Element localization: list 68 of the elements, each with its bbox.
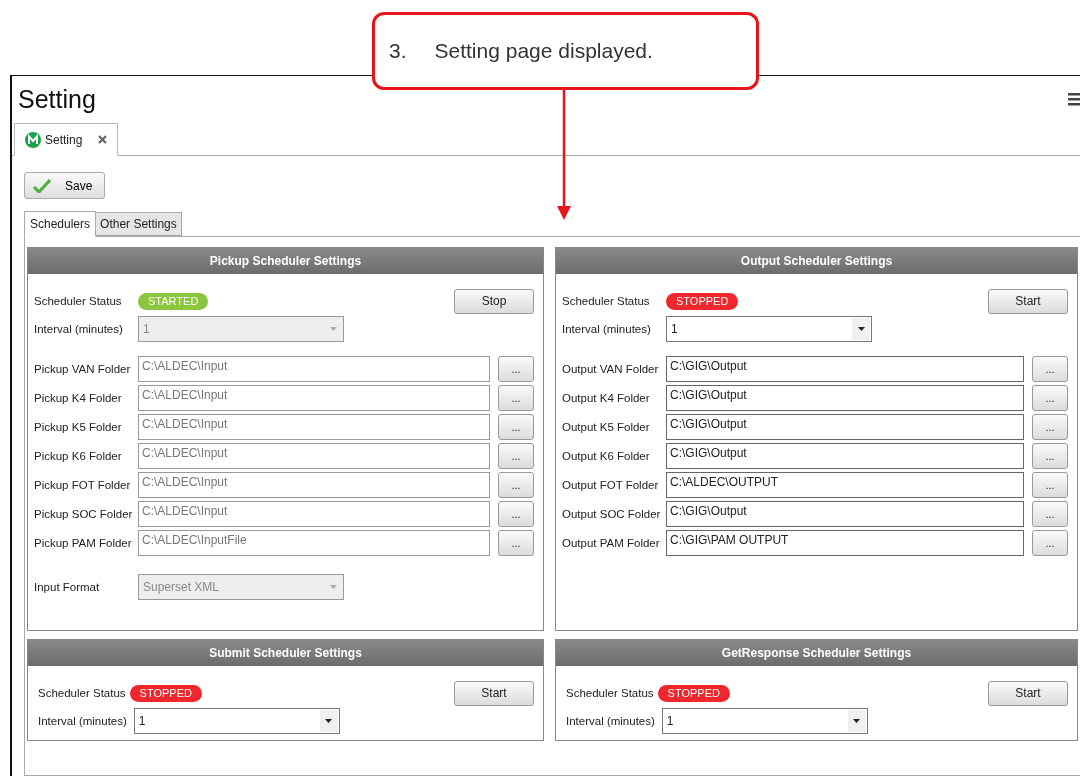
- field-label: Scheduler Status: [566, 687, 654, 699]
- field-label: Pickup FOT Folder: [34, 479, 132, 491]
- field-label: Pickup SOC Folder: [34, 508, 134, 520]
- dropdown-arrow-icon: [329, 327, 337, 331]
- menu-icon[interactable]: [1068, 92, 1080, 106]
- field-label: Scheduler Status: [562, 295, 651, 307]
- field-label: Interval (minutes): [34, 323, 124, 335]
- status-badge: STOPPED: [657, 684, 730, 702]
- folder-field[interactable]: C:\GIG\Output: [666, 356, 1024, 382]
- tab-label: Setting: [45, 132, 83, 147]
- window-title: Setting: [18, 84, 96, 114]
- app-logo-icon: [25, 131, 41, 148]
- field-label: Interval (minutes): [566, 715, 655, 727]
- folder-field[interactable]: C:\GIG\Output: [666, 443, 1024, 469]
- field-label: Interval (minutes): [562, 323, 652, 335]
- panel-header: Submit Scheduler Settings: [28, 640, 543, 666]
- folder-field[interactable]: C:\ALDEC\OUTPUT: [666, 472, 1024, 498]
- browse-button[interactable]: ...: [1032, 385, 1068, 411]
- field-label: Interval (minutes): [38, 715, 127, 727]
- field-label: Pickup VAN Folder: [34, 363, 132, 375]
- field-label: Pickup K5 Folder: [34, 421, 123, 433]
- field-label: Pickup K6 Folder: [34, 450, 123, 462]
- tab[interactable]: Schedulers: [24, 211, 97, 237]
- close-icon[interactable]: [98, 135, 108, 144]
- dropdown-arrow-icon: [853, 719, 861, 723]
- interval-dropdown[interactable]: 1: [133, 708, 340, 734]
- field-label: Output K4 Folder: [562, 392, 651, 404]
- field-label: Output K6 Folder: [562, 450, 651, 462]
- field-label: Output K5 Folder: [562, 421, 651, 433]
- panel-header: GetResponse Scheduler Settings: [556, 640, 1077, 666]
- dropdown-arrow-icon: [857, 327, 865, 331]
- status-badge: STOPPED: [666, 292, 739, 310]
- dropdown-arrow-icon: [325, 719, 333, 723]
- scheduler-button[interactable]: Start: [988, 288, 1068, 314]
- browse-button[interactable]: ...: [1032, 443, 1068, 469]
- callout-text: Setting page displayed.: [434, 39, 653, 63]
- folder-field[interactable]: C:\GIG\Output: [666, 414, 1024, 440]
- field-label: Output PAM Folder: [562, 537, 661, 549]
- panel-header: Output Scheduler Settings: [556, 248, 1077, 274]
- browse-button[interactable]: ...: [1032, 356, 1068, 382]
- interval-dropdown[interactable]: 1: [666, 316, 872, 342]
- step-number: 3.: [389, 39, 407, 63]
- folder-field[interactable]: C:\GIG\Output: [666, 501, 1024, 527]
- checkmark-icon: [33, 178, 51, 193]
- browse-button[interactable]: ...: [1032, 414, 1068, 440]
- panel-header: Pickup Scheduler Settings: [28, 248, 543, 274]
- folder-field[interactable]: C:\GIG\Output: [666, 385, 1024, 411]
- field-label: Scheduler Status: [34, 295, 123, 307]
- tab[interactable]: Other Settings: [95, 212, 182, 236]
- field-label: Output VAN Folder: [562, 363, 660, 375]
- scheduler-button[interactable]: Start: [454, 680, 534, 706]
- browse-button[interactable]: ...: [1032, 530, 1068, 556]
- field-label: Pickup PAM Folder: [34, 537, 133, 549]
- folder-field[interactable]: C:\GIG\PAM OUTPUT: [666, 530, 1024, 556]
- field-label: Output FOT Folder: [562, 479, 660, 491]
- field-label: Scheduler Status: [38, 687, 126, 699]
- status-badge: STARTED: [138, 292, 209, 310]
- browse-button[interactable]: ...: [1032, 501, 1068, 527]
- save-button[interactable]: Save: [24, 172, 105, 199]
- scheduler-button[interactable]: Start: [988, 680, 1068, 706]
- status-badge: STOPPED: [129, 684, 202, 702]
- field-label: Output SOC Folder: [562, 508, 662, 520]
- field-label: Pickup K4 Folder: [34, 392, 123, 404]
- interval-dropdown[interactable]: 1: [661, 708, 868, 734]
- browse-button[interactable]: ...: [1032, 472, 1068, 498]
- dropdown-arrow-icon: [329, 585, 337, 589]
- document-tab[interactable]: Setting: [14, 123, 119, 156]
- field-label: Input Format: [34, 581, 101, 593]
